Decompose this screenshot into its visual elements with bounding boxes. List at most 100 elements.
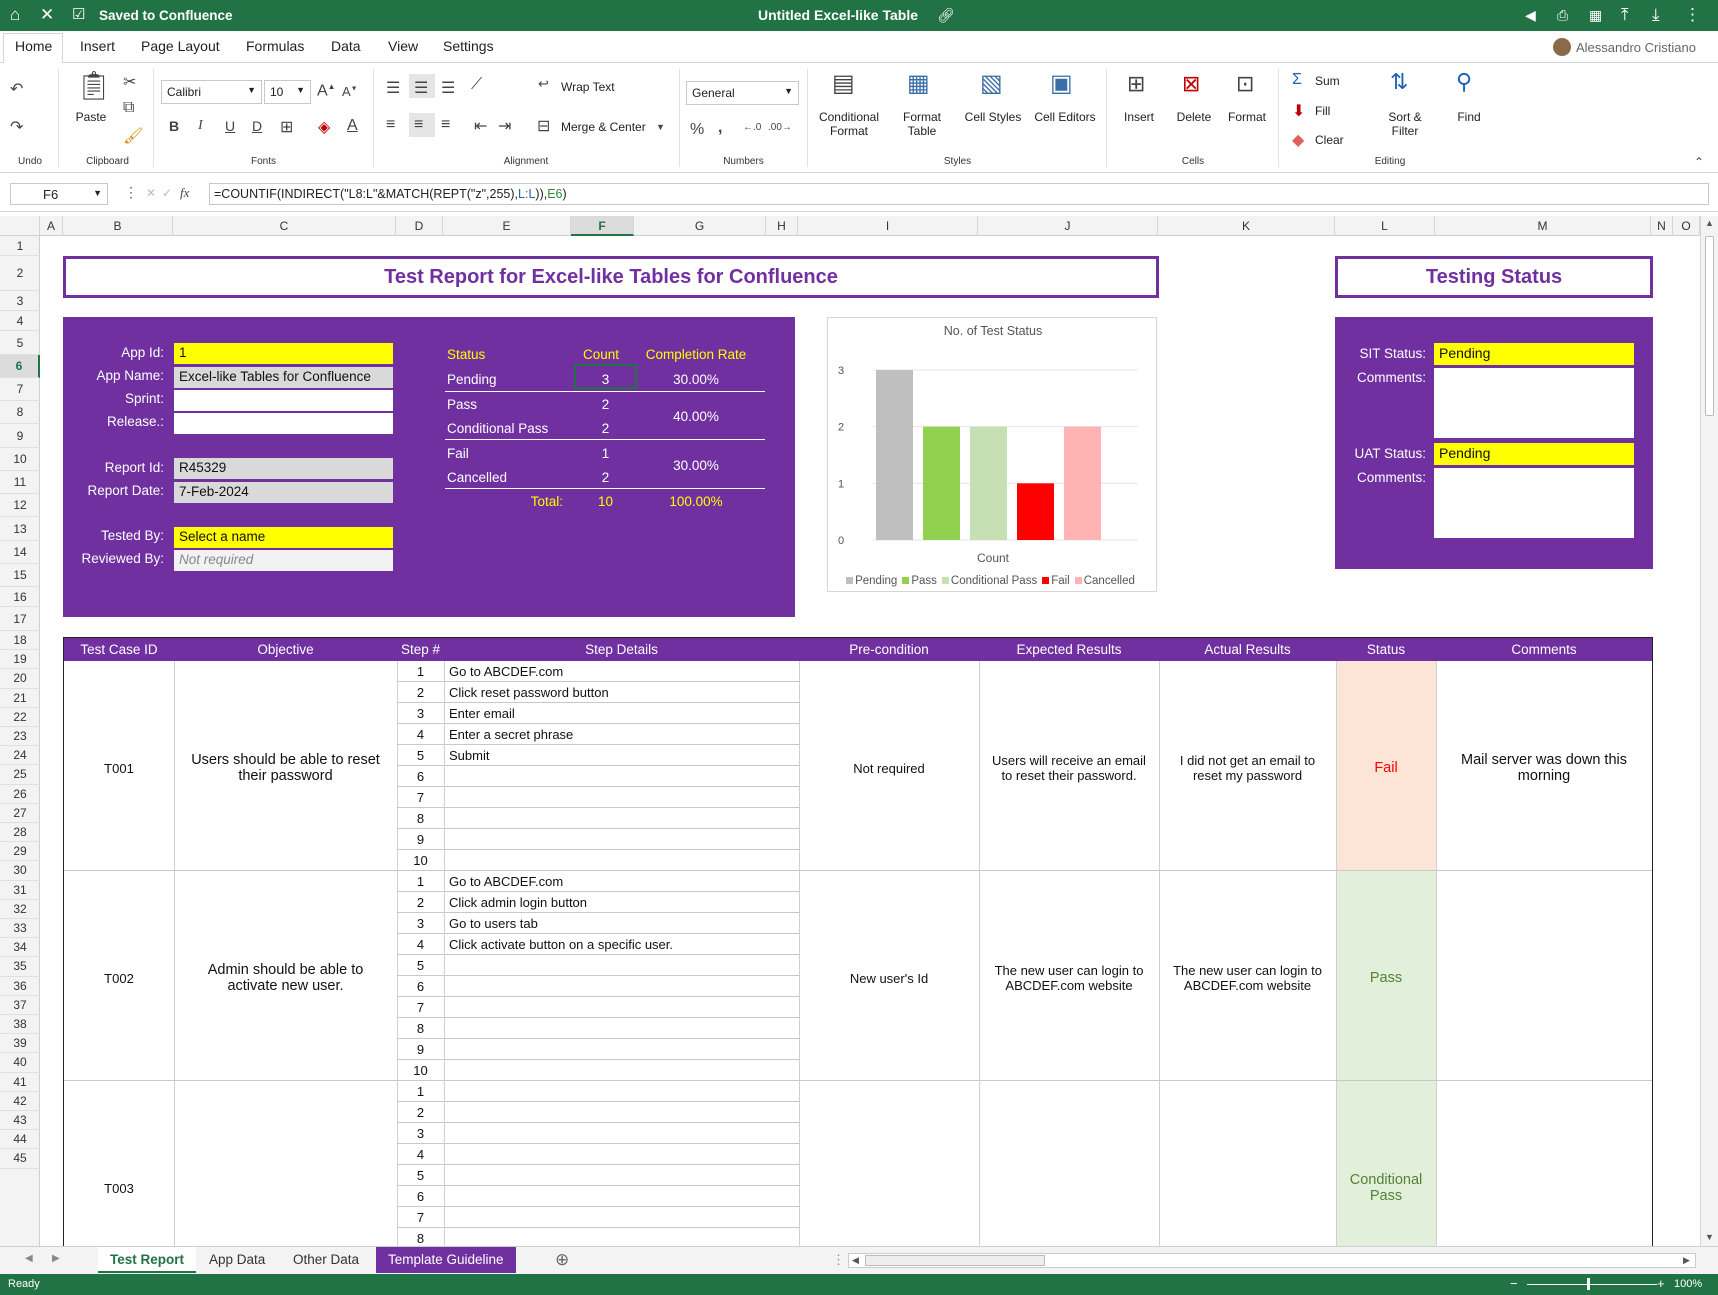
th-precondition[interactable]: Pre-condition xyxy=(799,638,979,661)
col-header-o[interactable]: O xyxy=(1673,216,1700,236)
copy-icon[interactable]: ⧉ xyxy=(123,99,134,117)
test-case-objective[interactable]: Admin should be able to activate new use… xyxy=(182,958,389,998)
row-header[interactable]: 11 xyxy=(0,471,40,494)
orientation-icon[interactable]: ⟋ xyxy=(471,76,482,94)
test-case-objective[interactable]: Users should be able to reset their pass… xyxy=(182,748,389,788)
name-box[interactable]: F6▼ xyxy=(10,183,108,205)
step-row[interactable]: 6 xyxy=(397,976,799,997)
print-icon[interactable]: ⎙ xyxy=(1557,6,1568,24)
insert-cells-icon[interactable]: ⊞ xyxy=(1127,71,1145,97)
comma-style-icon[interactable]: , xyxy=(718,119,722,137)
decrease-indent-icon[interactable]: ⇤ xyxy=(474,116,487,136)
step-row[interactable]: 2Click admin login button xyxy=(397,892,799,913)
test-case-expected[interactable]: Users will receive an email to reset the… xyxy=(987,748,1151,788)
align-center-icon[interactable]: ≡ xyxy=(414,116,423,134)
row-header[interactable]: 36 xyxy=(0,977,40,996)
redo-icon[interactable]: ↷ xyxy=(10,117,23,137)
col-header-e[interactable]: E xyxy=(443,216,571,236)
sheet-tab-other-data[interactable]: Other Data xyxy=(281,1247,371,1273)
col-header-k[interactable]: K xyxy=(1158,216,1335,236)
test-case-actual[interactable]: The new user can login to ABCDEF.com web… xyxy=(1167,958,1328,998)
row-header[interactable]: 31 xyxy=(0,881,40,900)
th-status[interactable]: Status xyxy=(1336,638,1436,661)
test-case-precondition[interactable]: New user's Id xyxy=(807,958,971,998)
row-header[interactable]: 28 xyxy=(0,823,40,842)
row-header[interactable]: 29 xyxy=(0,842,40,861)
row-header[interactable]: 13 xyxy=(0,517,40,541)
test-case-comments[interactable] xyxy=(1444,1168,1644,1208)
col-header-b[interactable]: B xyxy=(63,216,173,236)
row-header[interactable]: 4 xyxy=(0,311,40,331)
scroll-up-icon[interactable]: ▲ xyxy=(1705,218,1714,228)
sheet-tab-app-data[interactable]: App Data xyxy=(197,1247,277,1273)
row-header[interactable]: 22 xyxy=(0,708,40,727)
clear-button[interactable]: Clear xyxy=(1315,133,1344,147)
avatar[interactable] xyxy=(1553,38,1571,56)
paste-button[interactable]: Paste xyxy=(70,110,112,124)
link-icon[interactable]: 🔗︎ xyxy=(937,6,955,24)
col-header-a[interactable]: A xyxy=(40,216,63,236)
test-case-comments[interactable] xyxy=(1444,958,1644,998)
test-case-precondition[interactable]: Not required xyxy=(807,748,971,788)
sheet-tab-test-report[interactable]: Test Report xyxy=(98,1247,196,1273)
test-case-actual[interactable] xyxy=(1167,1168,1328,1208)
row-header[interactable]: 35 xyxy=(0,957,40,976)
wrap-text-icon[interactable]: ↩ xyxy=(538,76,549,92)
test-case-expected[interactable] xyxy=(987,1168,1151,1208)
step-row[interactable]: 7 xyxy=(397,787,799,808)
test-case-id[interactable]: T003 xyxy=(72,1168,166,1208)
row-header[interactable]: 32 xyxy=(0,900,40,919)
row-header[interactable]: 33 xyxy=(0,919,40,938)
uat-status-field[interactable]: Pending xyxy=(1434,443,1634,465)
bar-pass[interactable] xyxy=(923,427,960,540)
tab-insert[interactable]: Insert xyxy=(80,38,115,54)
row-header[interactable]: 15 xyxy=(0,564,40,587)
cut-icon[interactable]: ✂ xyxy=(123,72,136,92)
sprint-field[interactable] xyxy=(174,390,393,411)
legend-item[interactable]: Pass xyxy=(902,575,937,587)
step-row[interactable]: 1 xyxy=(397,1081,799,1102)
fill-button[interactable]: Fill xyxy=(1315,104,1330,118)
row-header[interactable]: 23 xyxy=(0,727,40,746)
conditional-format-icon[interactable]: ▤ xyxy=(832,69,855,98)
bar-pending[interactable] xyxy=(876,370,913,540)
row-header[interactable]: 2 xyxy=(0,256,40,291)
sit-status-field[interactable]: Pending xyxy=(1434,343,1634,365)
home-icon[interactable]: ⌂ xyxy=(10,6,20,24)
col-header-i[interactable]: I xyxy=(798,216,978,236)
report-id-field[interactable]: R45329 xyxy=(174,458,393,479)
legend-item[interactable]: Fail xyxy=(1042,575,1070,587)
row-header[interactable]: 38 xyxy=(0,1015,40,1034)
th-step-details[interactable]: Step Details xyxy=(444,638,799,661)
col-header-m[interactable]: M xyxy=(1435,216,1651,236)
fx-icon[interactable]: fx xyxy=(180,185,189,201)
row-header[interactable]: 19 xyxy=(0,650,40,669)
row-header[interactable]: 14 xyxy=(0,541,40,564)
row-header[interactable]: 18 xyxy=(0,631,40,650)
tested-by-field[interactable]: Select a name xyxy=(174,527,393,548)
col-header-c[interactable]: C xyxy=(173,216,396,236)
step-row[interactable]: 6 xyxy=(397,766,799,787)
paste-icon[interactable]: 📋︎ xyxy=(76,69,112,102)
close-editor-icon[interactable]: ✕ xyxy=(40,6,54,24)
confirm-icon[interactable]: ✓ xyxy=(162,186,172,200)
row-header[interactable]: 20 xyxy=(0,669,40,688)
release-field[interactable] xyxy=(174,413,393,434)
align-left-icon[interactable]: ≡ xyxy=(386,116,395,134)
align-middle-icon[interactable]: ☰ xyxy=(414,78,428,98)
cell-editors-button[interactable]: Cell Editors xyxy=(1031,110,1099,124)
cell-styles-icon[interactable]: ▧ xyxy=(980,69,1003,98)
step-row[interactable]: 1Go to ABCDEF.com xyxy=(397,661,799,682)
splitter-icon[interactable]: ⋮ xyxy=(832,1252,845,1268)
test-status-chart[interactable]: No. of Test Status 0123 Count PendingPas… xyxy=(827,317,1157,592)
h-scrollbar-thumb[interactable] xyxy=(865,1255,1045,1266)
delete-cells-button[interactable]: Delete xyxy=(1169,110,1219,124)
test-case-id[interactable]: T002 xyxy=(72,958,166,998)
app-name-field[interactable]: Excel-like Tables for Confluence xyxy=(174,367,393,388)
row-header[interactable]: 42 xyxy=(0,1092,40,1111)
step-row[interactable]: 3 xyxy=(397,1123,799,1144)
clear-icon[interactable]: ◆ xyxy=(1292,130,1304,150)
legend-item[interactable]: Cancelled xyxy=(1075,575,1135,587)
merge-center-button[interactable]: Merge & Center xyxy=(561,120,646,134)
download-icon[interactable]: ⤓ xyxy=(1652,6,1660,24)
